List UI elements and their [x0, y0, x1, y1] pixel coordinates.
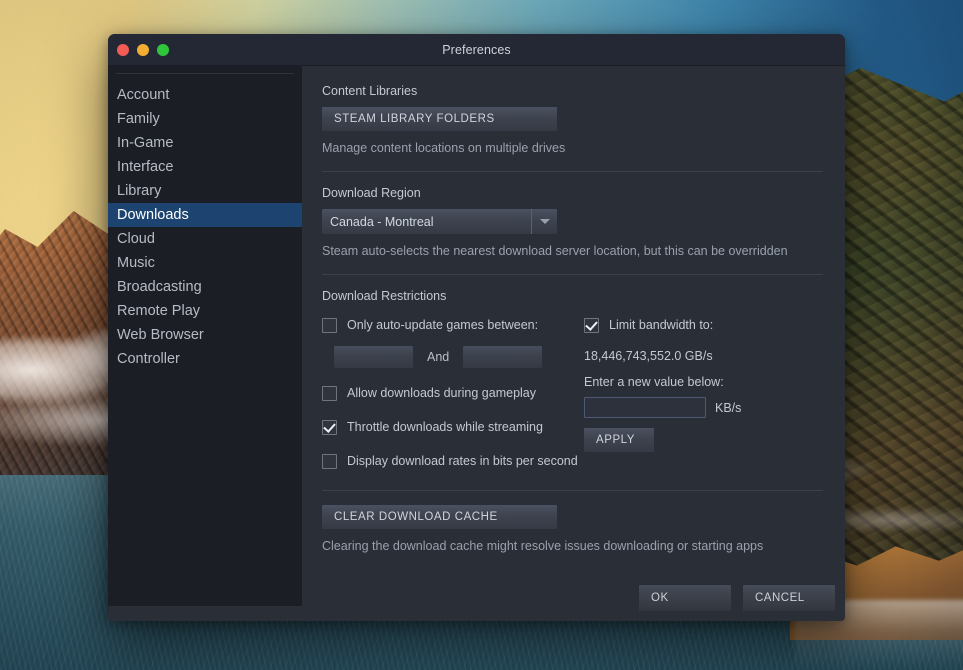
window-title: Preferences [442, 42, 511, 57]
bandwidth-input[interactable] [584, 397, 706, 418]
window-titlebar: Preferences [108, 34, 845, 66]
maximize-window-icon[interactable] [157, 43, 169, 56]
traffic-light-controls [117, 43, 169, 56]
sidebar-divider [116, 73, 294, 74]
throttle-while-streaming-row[interactable]: Throttle downloads while streaming [322, 414, 584, 440]
auto-update-window-checkbox-row[interactable]: Only auto-update games between: [322, 312, 584, 338]
ok-button[interactable]: OK [639, 585, 731, 611]
display-rates-in-bits-row[interactable]: Display download rates in bits per secon… [322, 448, 584, 474]
preferences-sidebar: Account Family In-Game Interface Library… [108, 66, 302, 606]
restrictions-left-column: Only auto-update games between: And Allo… [322, 312, 584, 474]
sidebar-item-label: Library [117, 183, 162, 199]
display-rates-in-bits-checkbox[interactable] [322, 453, 337, 469]
desktop-background: Preferences Account Family In-Game Inter… [0, 0, 963, 670]
cancel-button[interactable]: CANCEL [743, 585, 835, 611]
apply-bandwidth-button[interactable]: APPLY [584, 428, 654, 452]
chevron-down-icon [532, 219, 557, 224]
allow-downloads-during-gameplay-label: Allow downloads during gameplay [347, 386, 537, 400]
sidebar-item-account[interactable]: Account [108, 83, 302, 107]
minimize-window-icon[interactable] [137, 43, 149, 56]
sidebar-item-family[interactable]: Family [108, 107, 302, 131]
preferences-window: Preferences Account Family In-Game Inter… [108, 34, 845, 621]
downloads-settings-pane: Content Libraries STEAM LIBRARY FOLDERS … [302, 66, 845, 621]
clear-download-cache-button[interactable]: CLEAR DOWNLOAD CACHE [322, 505, 557, 529]
steam-library-folders-button[interactable]: STEAM LIBRARY FOLDERS [322, 107, 557, 131]
limit-bandwidth-label: Limit bandwidth to: [609, 318, 714, 332]
sidebar-item-web-browser[interactable]: Web Browser [108, 323, 302, 347]
sidebar-item-label: Downloads [117, 207, 189, 223]
sidebar-item-controller[interactable]: Controller [108, 347, 302, 371]
sidebar-item-remote-play[interactable]: Remote Play [108, 299, 302, 323]
sidebar-item-label: Account [117, 87, 170, 103]
restrictions-right-column: Limit bandwidth to: 18,446,743,552.0 GB/… [584, 312, 823, 474]
download-region-heading: Download Region [322, 186, 421, 200]
download-region-value: Canada - Montreal [330, 214, 434, 229]
throttle-while-streaming-label: Throttle downloads while streaming [347, 420, 543, 434]
section-divider [322, 274, 823, 275]
sidebar-item-label: Interface [117, 159, 174, 175]
content-libraries-hint: Manage content locations on multiple dri… [322, 141, 566, 155]
sidebar-item-label: Cloud [117, 231, 155, 247]
sidebar-item-label: Remote Play [117, 303, 201, 319]
section-divider [322, 490, 823, 491]
allow-downloads-during-gameplay-row[interactable]: Allow downloads during gameplay [322, 380, 584, 406]
sidebar-item-label: Broadcasting [117, 279, 202, 295]
sidebar-item-label: Music [117, 255, 155, 271]
auto-update-window-checkbox[interactable] [322, 317, 337, 333]
limit-bandwidth-row[interactable]: Limit bandwidth to: [584, 312, 823, 338]
time-range-and-label: And [427, 350, 450, 364]
bandwidth-input-row: KB/s [584, 397, 823, 418]
download-restrictions-group: Only auto-update games between: And Allo… [322, 312, 823, 474]
download-region-select[interactable]: Canada - Montreal [322, 209, 557, 234]
download-region-hint: Steam auto-selects the nearest download … [322, 244, 788, 258]
auto-update-time-range: And [334, 346, 584, 368]
current-bandwidth-value: 18,446,743,552.0 GB/s [584, 349, 713, 363]
limit-bandwidth-checkbox[interactable] [584, 317, 599, 333]
sidebar-item-label: In-Game [117, 135, 174, 151]
window-body: Account Family In-Game Interface Library… [108, 66, 845, 621]
sidebar-item-interface[interactable]: Interface [108, 155, 302, 179]
auto-update-window-label: Only auto-update games between: [347, 318, 539, 332]
content-libraries-heading: Content Libraries [322, 84, 418, 98]
sidebar-item-label: Controller [117, 351, 180, 367]
sidebar-item-label: Family [117, 111, 160, 127]
auto-update-start-time-select[interactable] [334, 346, 413, 368]
download-cache-hint: Clearing the download cache might resolv… [322, 539, 764, 553]
sidebar-item-music[interactable]: Music [108, 251, 302, 275]
sidebar-item-downloads[interactable]: Downloads [108, 203, 302, 227]
throttle-while-streaming-checkbox[interactable] [322, 419, 337, 435]
sidebar-item-library[interactable]: Library [108, 179, 302, 203]
close-window-icon[interactable] [117, 43, 129, 56]
bandwidth-units-label: KB/s [715, 400, 742, 415]
sidebar-item-label: Web Browser [117, 327, 204, 343]
sidebar-item-broadcasting[interactable]: Broadcasting [108, 275, 302, 299]
section-divider [322, 171, 823, 172]
allow-downloads-during-gameplay-checkbox[interactable] [322, 385, 337, 401]
display-rates-in-bits-label: Display download rates in bits per secon… [347, 454, 578, 468]
download-restrictions-heading: Download Restrictions [322, 289, 447, 303]
enter-new-value-label: Enter a new value below: [584, 375, 724, 389]
sidebar-item-in-game[interactable]: In-Game [108, 131, 302, 155]
sidebar-item-cloud[interactable]: Cloud [108, 227, 302, 251]
dialog-action-bar: OK CANCEL [639, 585, 835, 611]
auto-update-end-time-select[interactable] [463, 346, 543, 368]
